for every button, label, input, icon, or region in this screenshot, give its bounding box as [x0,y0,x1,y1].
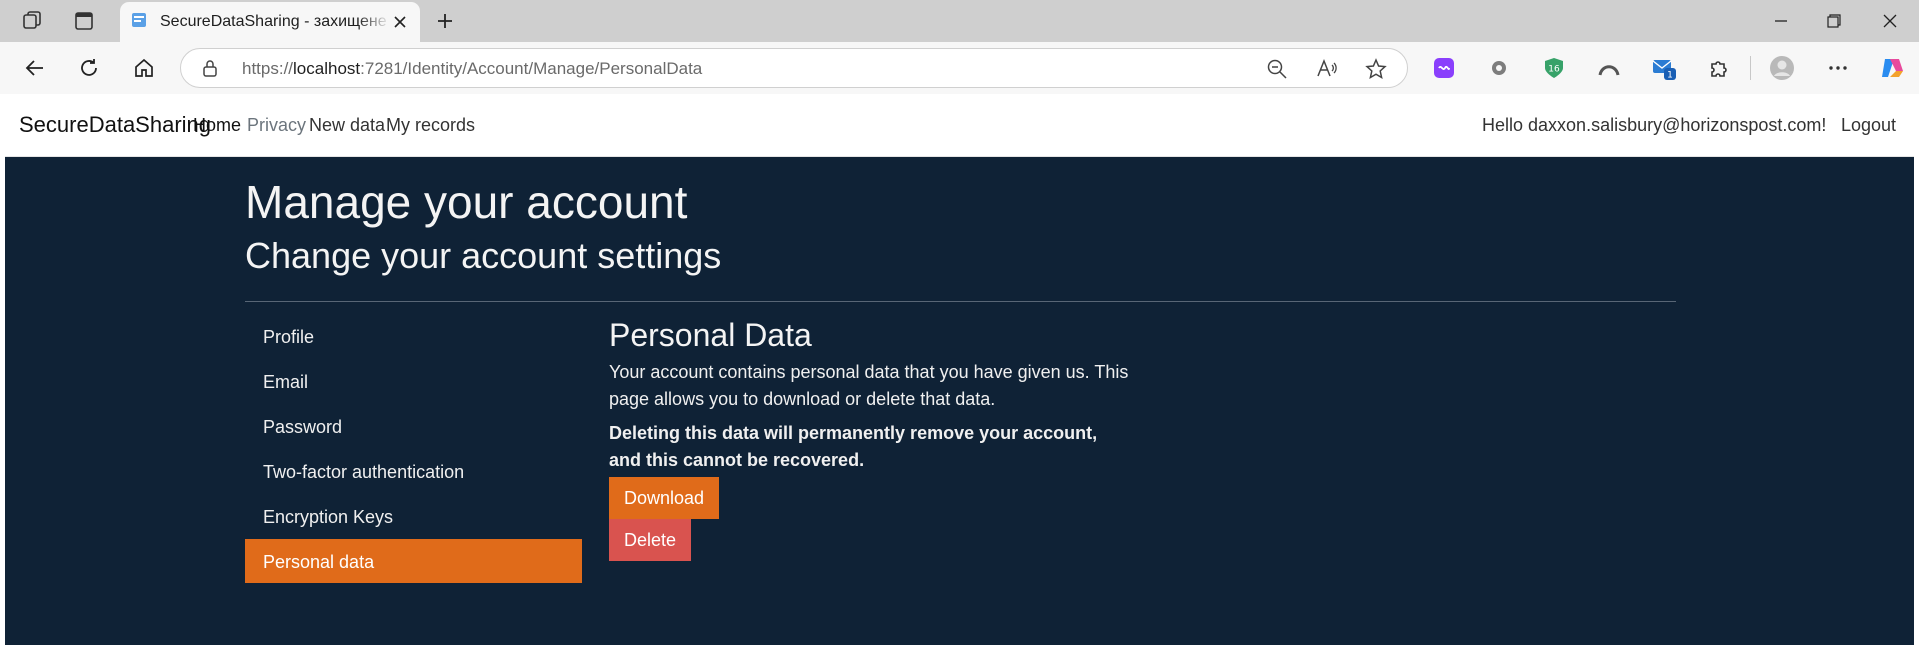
browser-toolbar: https://localhost:7281/Identity/Account/… [0,42,1919,94]
extension-mail-icon[interactable]: 1 [1649,53,1679,83]
sidebar-item-encryption-keys[interactable]: Encryption Keys [245,494,582,538]
manage-account-content: Manage your account Change your account … [5,157,1914,645]
nav-home-link[interactable]: Home [193,115,241,136]
extension-badge-count: 16 [1548,65,1560,75]
toolbar-separator [1750,56,1751,80]
sidebar-item-two-factor[interactable]: Two-factor authentication [245,449,582,493]
workspaces-icon[interactable] [15,6,49,36]
sidebar-item-profile[interactable]: Profile [245,314,582,358]
home-icon[interactable] [127,52,161,84]
section-title: Personal Data [609,317,812,353]
back-arrow-icon[interactable] [18,52,52,84]
nav-my-records-link[interactable]: My records [386,115,475,136]
extension-purple-icon[interactable] [1429,53,1459,83]
divider [245,301,1676,302]
site-info-lock-icon[interactable] [201,59,219,82]
sidebar-item-password[interactable]: Password [245,404,582,448]
sidebar-item-email[interactable]: Email [245,359,582,403]
page-subtitle: Change your account settings [245,235,722,276]
url-path: :7281/Identity/Account/Manage/PersonalDa… [360,59,703,78]
browser-tab-active[interactable]: SecureDataSharing - захищене сховище [120,2,420,42]
copilot-icon[interactable] [1877,53,1907,83]
zoom-out-icon[interactable] [1266,58,1288,85]
read-aloud-icon[interactable] [1316,58,1338,85]
nav-new-data-link[interactable]: New data [309,115,385,136]
extension-gear-icon[interactable] [1484,53,1514,83]
user-greeting-link[interactable]: Hello daxxon.salisbury@horizonspost.com! [1482,115,1826,136]
page-viewport: SecureDataSharing Home Privacy New data … [0,94,1919,645]
close-tab-icon[interactable] [390,12,410,32]
delete-button[interactable]: Delete [609,519,691,561]
page-title: Manage your account [245,176,688,228]
profile-avatar-icon[interactable] [1767,53,1797,83]
url-host: localhost [293,59,361,78]
tab-title: SecureDataSharing - захищене сховище [160,13,390,30]
section-description: Your account contains personal data that… [609,362,1129,409]
browser-tab-bar: SecureDataSharing - захищене сховище [0,0,1919,42]
close-window-icon[interactable] [1862,0,1918,42]
vertical-tabs-icon[interactable] [67,6,101,36]
new-tab-icon[interactable] [428,6,462,36]
download-button[interactable]: Download [609,477,719,519]
page-favicon-icon [130,11,148,34]
minimize-icon[interactable] [1753,0,1809,42]
logout-button[interactable]: Logout [1841,115,1896,136]
more-options-icon[interactable] [1823,53,1853,83]
sidebar-item-personal-data[interactable]: Personal data [245,539,582,583]
refresh-icon[interactable] [72,52,106,84]
section-warning: Deleting this data will permanently remo… [609,423,1098,470]
mail-badge-count: 1 [1667,71,1673,81]
url-prefix: https:// [242,59,294,78]
site-navbar: SecureDataSharing Home Privacy New data … [5,94,1914,157]
favorite-star-icon[interactable] [1365,58,1387,85]
extension-shield-icon[interactable]: 16 [1539,53,1569,83]
brand-link[interactable]: SecureDataSharing [19,112,211,138]
nav-privacy-link[interactable]: Privacy [247,115,306,136]
extension-arc-icon[interactable] [1594,53,1624,83]
restore-icon[interactable] [1806,0,1862,42]
url-text: https://localhost:7281/Identity/Account/… [242,59,702,79]
extensions-puzzle-icon[interactable] [1704,53,1734,83]
address-bar[interactable]: https://localhost:7281/Identity/Account/… [180,48,1408,88]
